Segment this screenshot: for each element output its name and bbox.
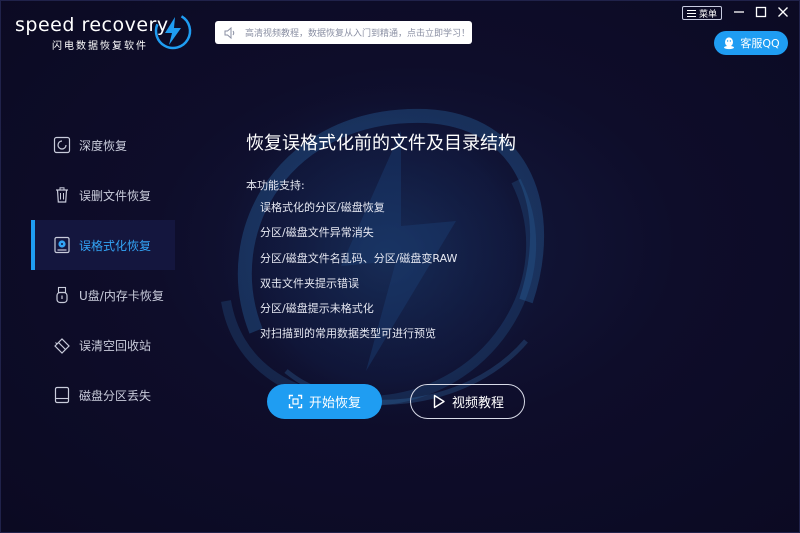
support-label: 本功能支持: (246, 179, 305, 192)
format-disk-icon (54, 236, 70, 254)
qq-icon (724, 37, 735, 50)
sidebar-item-label: U盘/内存卡恢复 (79, 288, 164, 303)
qq-label: 客服QQ (740, 37, 780, 50)
page-title: 恢复误格式化前的文件及目录结构 (246, 133, 516, 154)
sidebar-item-label: 深度恢复 (79, 138, 128, 153)
list-item: 误格式化的分区/磁盘恢复 (260, 201, 385, 214)
sidebar-item-label: 磁盘分区丢失 (79, 388, 152, 403)
sidebar-item-label: 误清空回收站 (79, 338, 152, 353)
sidebar-item-format-recovery[interactable]: 误格式化恢复 (31, 220, 175, 270)
notice-text: 高清视频教程，数据恢复从入门到精通，点击立即学习！ (245, 29, 471, 39)
scan-icon (288, 394, 303, 409)
list-item: 双击文件夹提示错误 (260, 276, 359, 290)
sidebar-item-usb-recovery[interactable]: U盘/内存卡恢复 (31, 270, 175, 320)
speaker-icon (224, 26, 235, 39)
video-tutorial-label: 视频教程 (451, 396, 504, 411)
list-item: 分区/磁盘文件异常消失 (260, 226, 374, 240)
menu-button[interactable]: 菜单 (682, 6, 722, 20)
deep-recovery-icon (53, 136, 71, 154)
sidebar-item-label: 误删文件恢复 (79, 188, 152, 203)
usb-icon (56, 286, 68, 304)
customer-service-qq-button[interactable]: 客服QQ (714, 31, 788, 55)
logo-text: speed recovery (15, 14, 169, 36)
feature-list: 误格式化的分区/磁盘恢复 分区/磁盘文件异常消失 分区/磁盘文件名乱码、分区/磁… (260, 201, 457, 353)
list-item: 分区/磁盘文件名乱码、分区/磁盘变RAW (260, 251, 458, 265)
sidebar-nav: 深度恢复 误删文件恢复 误格式化恢复 U盘/内存卡恢复 误清空回收站 磁盘分区丢… (31, 120, 175, 420)
menu-label: 菜单 (698, 9, 717, 20)
app-window: speed recovery 闪电数据恢复软件 高清视频教程，数据恢复从入门到精… (0, 0, 800, 533)
close-icon[interactable] (776, 5, 790, 19)
list-item: 分区/磁盘提示未格式化 (260, 302, 374, 316)
eraser-icon (54, 338, 70, 354)
sidebar-item-deleted-files[interactable]: 误删文件恢复 (31, 170, 175, 220)
list-item: 对扫描到的常用数据类型可进行预览 (260, 327, 436, 341)
start-recovery-button[interactable]: 开始恢复 (267, 384, 382, 419)
trash-icon (56, 187, 68, 203)
video-tutorial-button[interactable]: 视频教程 (410, 384, 525, 419)
sidebar-item-label: 误格式化恢复 (79, 238, 152, 253)
sidebar-item-partition-lost[interactable]: 磁盘分区丢失 (31, 370, 175, 420)
sidebar-item-recycle-bin[interactable]: 误清空回收站 (31, 320, 175, 370)
promo-notice-bar[interactable]: 高清视频教程，数据恢复从入门到精通，点击立即学习！ (215, 21, 472, 44)
logo-subtitle: 闪电数据恢复软件 (52, 41, 148, 52)
hamburger-icon (686, 9, 696, 17)
disk-icon (54, 386, 70, 404)
sidebar-item-deep-recovery[interactable]: 深度恢复 (31, 120, 175, 170)
play-icon (433, 394, 445, 409)
app-logo: speed recovery 闪电数据恢复软件 (15, 11, 192, 52)
start-recovery-label: 开始恢复 (308, 396, 361, 411)
maximize-icon[interactable] (754, 5, 768, 19)
lightning-bolt-icon (154, 12, 192, 50)
minimize-icon[interactable] (732, 5, 746, 19)
